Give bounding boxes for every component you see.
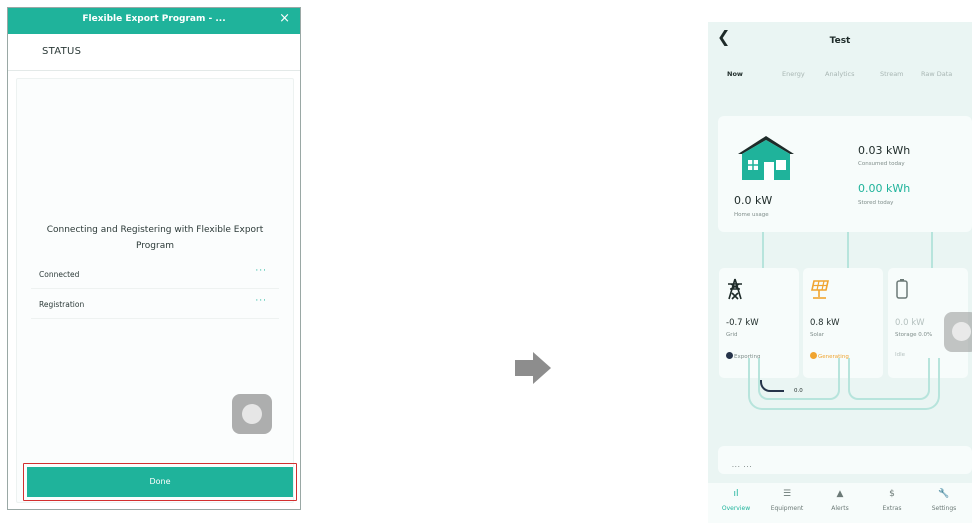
loading-dots-icon: ··· — [255, 296, 267, 306]
lower-card-text: ... ... — [732, 462, 753, 469]
status-row-label: Registration — [39, 300, 85, 309]
nav-equipment[interactable]: ☰ Equipment — [761, 489, 813, 512]
touch-indicator — [232, 394, 272, 434]
tab-now[interactable]: Now — [727, 70, 743, 78]
nav-label: Overview — [721, 505, 751, 512]
connecting-message: Connecting and Registering with Flexible… — [46, 225, 264, 251]
bottom-nav: ıl Overview ☰ Equipment ▲ Alerts $ Extra… — [708, 483, 972, 523]
battery-icon — [896, 279, 908, 299]
dialog-title: Flexible Export Program - ... — [82, 14, 226, 24]
stored-today-label: Stored today — [858, 200, 894, 206]
list-icon: ☰ — [782, 489, 792, 499]
home-usage-value: 0.0 kW — [734, 194, 773, 207]
bell-icon: ▲ — [836, 489, 844, 499]
flow-loop — [848, 358, 930, 400]
nav-overview[interactable]: ıl Overview — [710, 489, 762, 512]
status-row-connected: Connected ··· — [31, 265, 279, 289]
nav-label: Equipment — [770, 505, 804, 512]
flow-indicator — [760, 380, 784, 392]
exporting-status-icon — [726, 352, 733, 359]
tab-energy[interactable]: Energy — [782, 70, 805, 78]
done-button[interactable]: Done — [27, 467, 293, 497]
nav-settings[interactable]: 🔧 Settings — [918, 489, 970, 512]
touch-indicator — [944, 312, 972, 352]
solar-panel-icon — [811, 280, 829, 299]
status-row-registration: Registration ··· — [31, 295, 279, 319]
tab-stream[interactable]: Stream — [880, 70, 904, 78]
done-button-highlight: Done — [23, 463, 297, 501]
nav-label: Extras — [882, 505, 902, 512]
storage-label: Storage 0.0% — [895, 332, 933, 338]
home-usage-label: Home usage — [734, 212, 769, 218]
flow-line — [847, 232, 849, 268]
nav-extras[interactable]: $ Extras — [866, 489, 918, 512]
energy-app-screen: ❮ Test Now Energy Analytics Stream Raw D… — [708, 22, 972, 523]
storage-power-value: 0.0 kW — [895, 318, 925, 328]
divider — [8, 70, 300, 71]
house-icon — [738, 136, 794, 180]
transmission-tower-icon — [728, 278, 742, 300]
dialog-header: Flexible Export Program - ... × — [8, 8, 300, 34]
tab-analytics[interactable]: Analytics — [825, 70, 855, 78]
flow-line — [931, 232, 933, 268]
status-row-label: Connected — [39, 270, 80, 279]
wrench-icon: 🔧 — [938, 489, 950, 499]
grid-label: Grid — [726, 332, 738, 338]
status-card: Connecting and Registering with Flexible… — [16, 78, 297, 503]
home-summary-card: 0.0 kW Home usage 0.03 kWh Consumed toda… — [718, 116, 972, 232]
status-heading: STATUS — [42, 46, 82, 57]
tab-bar: Now Energy Analytics Stream Raw Data — [708, 70, 972, 84]
lower-card: ... ... — [718, 446, 972, 474]
bar-chart-icon: ıl — [733, 489, 739, 499]
export-program-dialog: Flexible Export Program - ... × STATUS C… — [7, 7, 301, 510]
transition-arrow-icon — [515, 352, 551, 384]
flow-value: 0.0 — [794, 388, 803, 394]
nav-label: Alerts — [831, 505, 849, 512]
grid-power-value: -0.7 kW — [726, 318, 759, 328]
solar-label: Solar — [810, 332, 825, 338]
loading-dots-icon: ··· — [255, 266, 267, 276]
site-title: Test — [829, 36, 851, 46]
nav-label: Settings — [931, 505, 957, 512]
solar-power-value: 0.8 kW — [810, 318, 840, 328]
close-icon[interactable]: × — [279, 12, 290, 26]
stored-today-value: 0.00 kWh — [858, 182, 911, 195]
dollar-icon: $ — [889, 489, 895, 499]
consumed-today-label: Consumed today — [858, 161, 905, 167]
tab-raw-data[interactable]: Raw Data — [921, 70, 952, 78]
nav-alerts[interactable]: ▲ Alerts — [814, 489, 866, 512]
consumed-today-value: 0.03 kWh — [858, 144, 911, 157]
flow-line — [762, 232, 764, 268]
